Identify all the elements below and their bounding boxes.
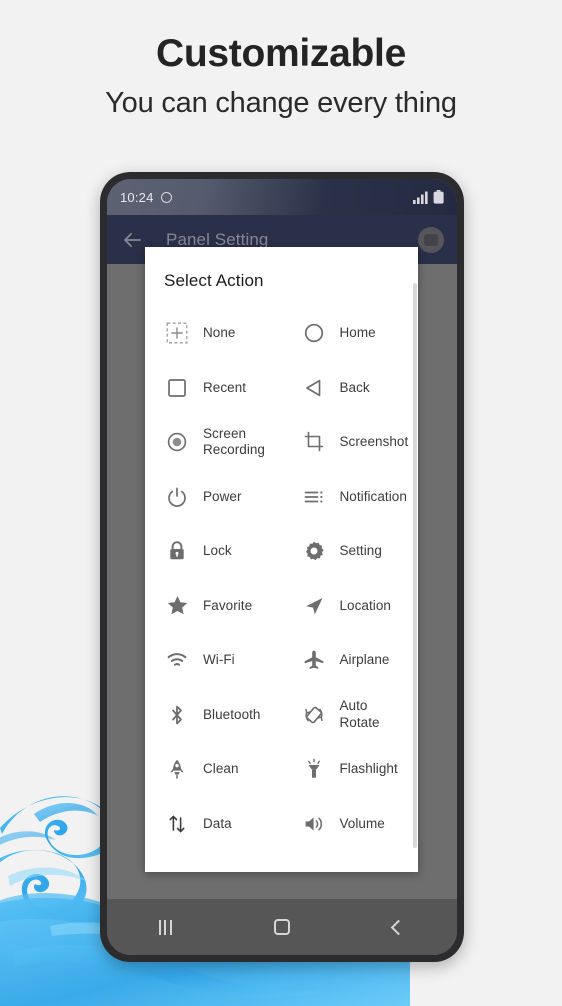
back-chevron-icon[interactable] <box>373 910 425 944</box>
action-label: Lock <box>203 543 232 559</box>
status-bar: 10:24 <box>107 179 457 215</box>
action-label: None <box>203 325 236 341</box>
action-item-lock[interactable]: Lock <box>145 524 282 579</box>
auto-rotate-icon <box>301 702 327 728</box>
wifi-icon <box>164 647 190 673</box>
action-label: Home <box>339 325 376 341</box>
volume-icon <box>301 811 327 837</box>
action-label: Back <box>339 379 370 395</box>
app-avatar-icon[interactable] <box>418 226 444 253</box>
location-arrow-icon <box>301 593 327 619</box>
clean-rocket-icon <box>164 756 190 782</box>
action-label: Bluetooth <box>203 706 261 722</box>
action-item-power[interactable]: Power <box>145 470 282 525</box>
status-time: 10:24 <box>120 189 154 205</box>
phone-mockup: 10:24 Panel Setting Select Action None H… <box>100 172 464 962</box>
action-item-clean[interactable]: Clean <box>145 742 282 797</box>
back-triangle-icon <box>301 375 327 401</box>
gear-icon <box>301 538 327 564</box>
action-label: Screen Recording <box>203 425 265 458</box>
action-label: Auto Rotate <box>339 698 380 730</box>
page-subtitle: You can change every thing <box>105 86 457 119</box>
action-item-location[interactable]: Location <box>282 579 419 634</box>
action-label: Airplane <box>339 652 390 668</box>
promo-header: Customizable You can change every thing <box>0 0 562 120</box>
action-label: Wi-Fi <box>203 652 235 668</box>
action-item-airplane[interactable]: Airplane <box>282 633 419 688</box>
action-item-home[interactable]: Home <box>282 306 419 361</box>
dialog-title: Select Action <box>164 271 264 290</box>
action-item-volume[interactable]: Volume <box>282 797 419 852</box>
select-action-dialog: Select Action None Home Recent Back Scre… <box>145 247 418 872</box>
action-label: Data <box>203 815 232 831</box>
signal-bars-icon <box>413 191 428 204</box>
action-label: Flashlight <box>339 761 398 777</box>
recents-icon[interactable] <box>139 910 191 944</box>
status-bar-left: 10:24 <box>120 190 172 205</box>
action-item-auto-rotate[interactable]: Auto Rotate <box>282 688 419 743</box>
notification-lines-icon <box>301 484 327 510</box>
action-label: Recent <box>203 379 247 395</box>
action-item-recent[interactable]: Recent <box>145 361 282 416</box>
back-arrow-icon[interactable] <box>120 228 144 252</box>
action-label: Location <box>339 597 391 613</box>
action-label: Clean <box>203 761 239 777</box>
home-icon[interactable] <box>256 910 308 944</box>
navigation-bar <box>107 899 457 955</box>
dialog-scrollbar[interactable] <box>413 283 417 848</box>
flashlight-icon <box>301 756 327 782</box>
action-item-flashlight: Flashlight <box>282 742 419 797</box>
airplane-icon <box>301 647 327 673</box>
screen-recording-icon <box>164 429 190 455</box>
none-plus-icon <box>164 320 190 346</box>
recent-square-icon <box>164 375 190 401</box>
action-label: Screenshot <box>339 434 409 450</box>
star-icon <box>164 593 190 619</box>
action-item-none[interactable]: None <box>145 306 282 361</box>
bluetooth-icon <box>164 702 190 728</box>
power-icon <box>164 484 190 510</box>
action-item-notification[interactable]: Notification <box>282 470 419 525</box>
phone-screen: 10:24 Panel Setting Select Action None H… <box>107 179 457 955</box>
action-label: Setting <box>339 543 382 559</box>
action-item-setting[interactable]: Setting <box>282 524 419 579</box>
battery-icon <box>433 190 444 204</box>
action-label: Volume <box>339 815 385 831</box>
action-item-wifi[interactable]: Wi-Fi <box>145 633 282 688</box>
action-item-data[interactable]: Data <box>145 797 282 852</box>
action-label: Favorite <box>203 597 253 613</box>
action-item-screenshot[interactable]: Screenshot <box>282 415 419 470</box>
data-arrows-icon <box>164 811 190 837</box>
page-title: Customizable <box>156 32 406 75</box>
action-item-screen-recording[interactable]: Screen Recording <box>145 415 282 470</box>
action-item-back[interactable]: Back <box>282 361 419 416</box>
action-label: Notification <box>339 488 407 504</box>
action-label: Power <box>203 488 242 504</box>
action-item-favorite[interactable]: Favorite <box>145 579 282 634</box>
camera-cutout-icon <box>160 191 172 203</box>
lock-icon <box>164 538 190 564</box>
screenshot-crop-icon <box>301 429 327 455</box>
action-grid: None Home Recent Back Screen Recording S… <box>145 291 418 851</box>
home-circle-icon <box>301 320 327 346</box>
status-bar-right <box>413 190 444 204</box>
action-item-bluetooth[interactable]: Bluetooth <box>145 688 282 743</box>
